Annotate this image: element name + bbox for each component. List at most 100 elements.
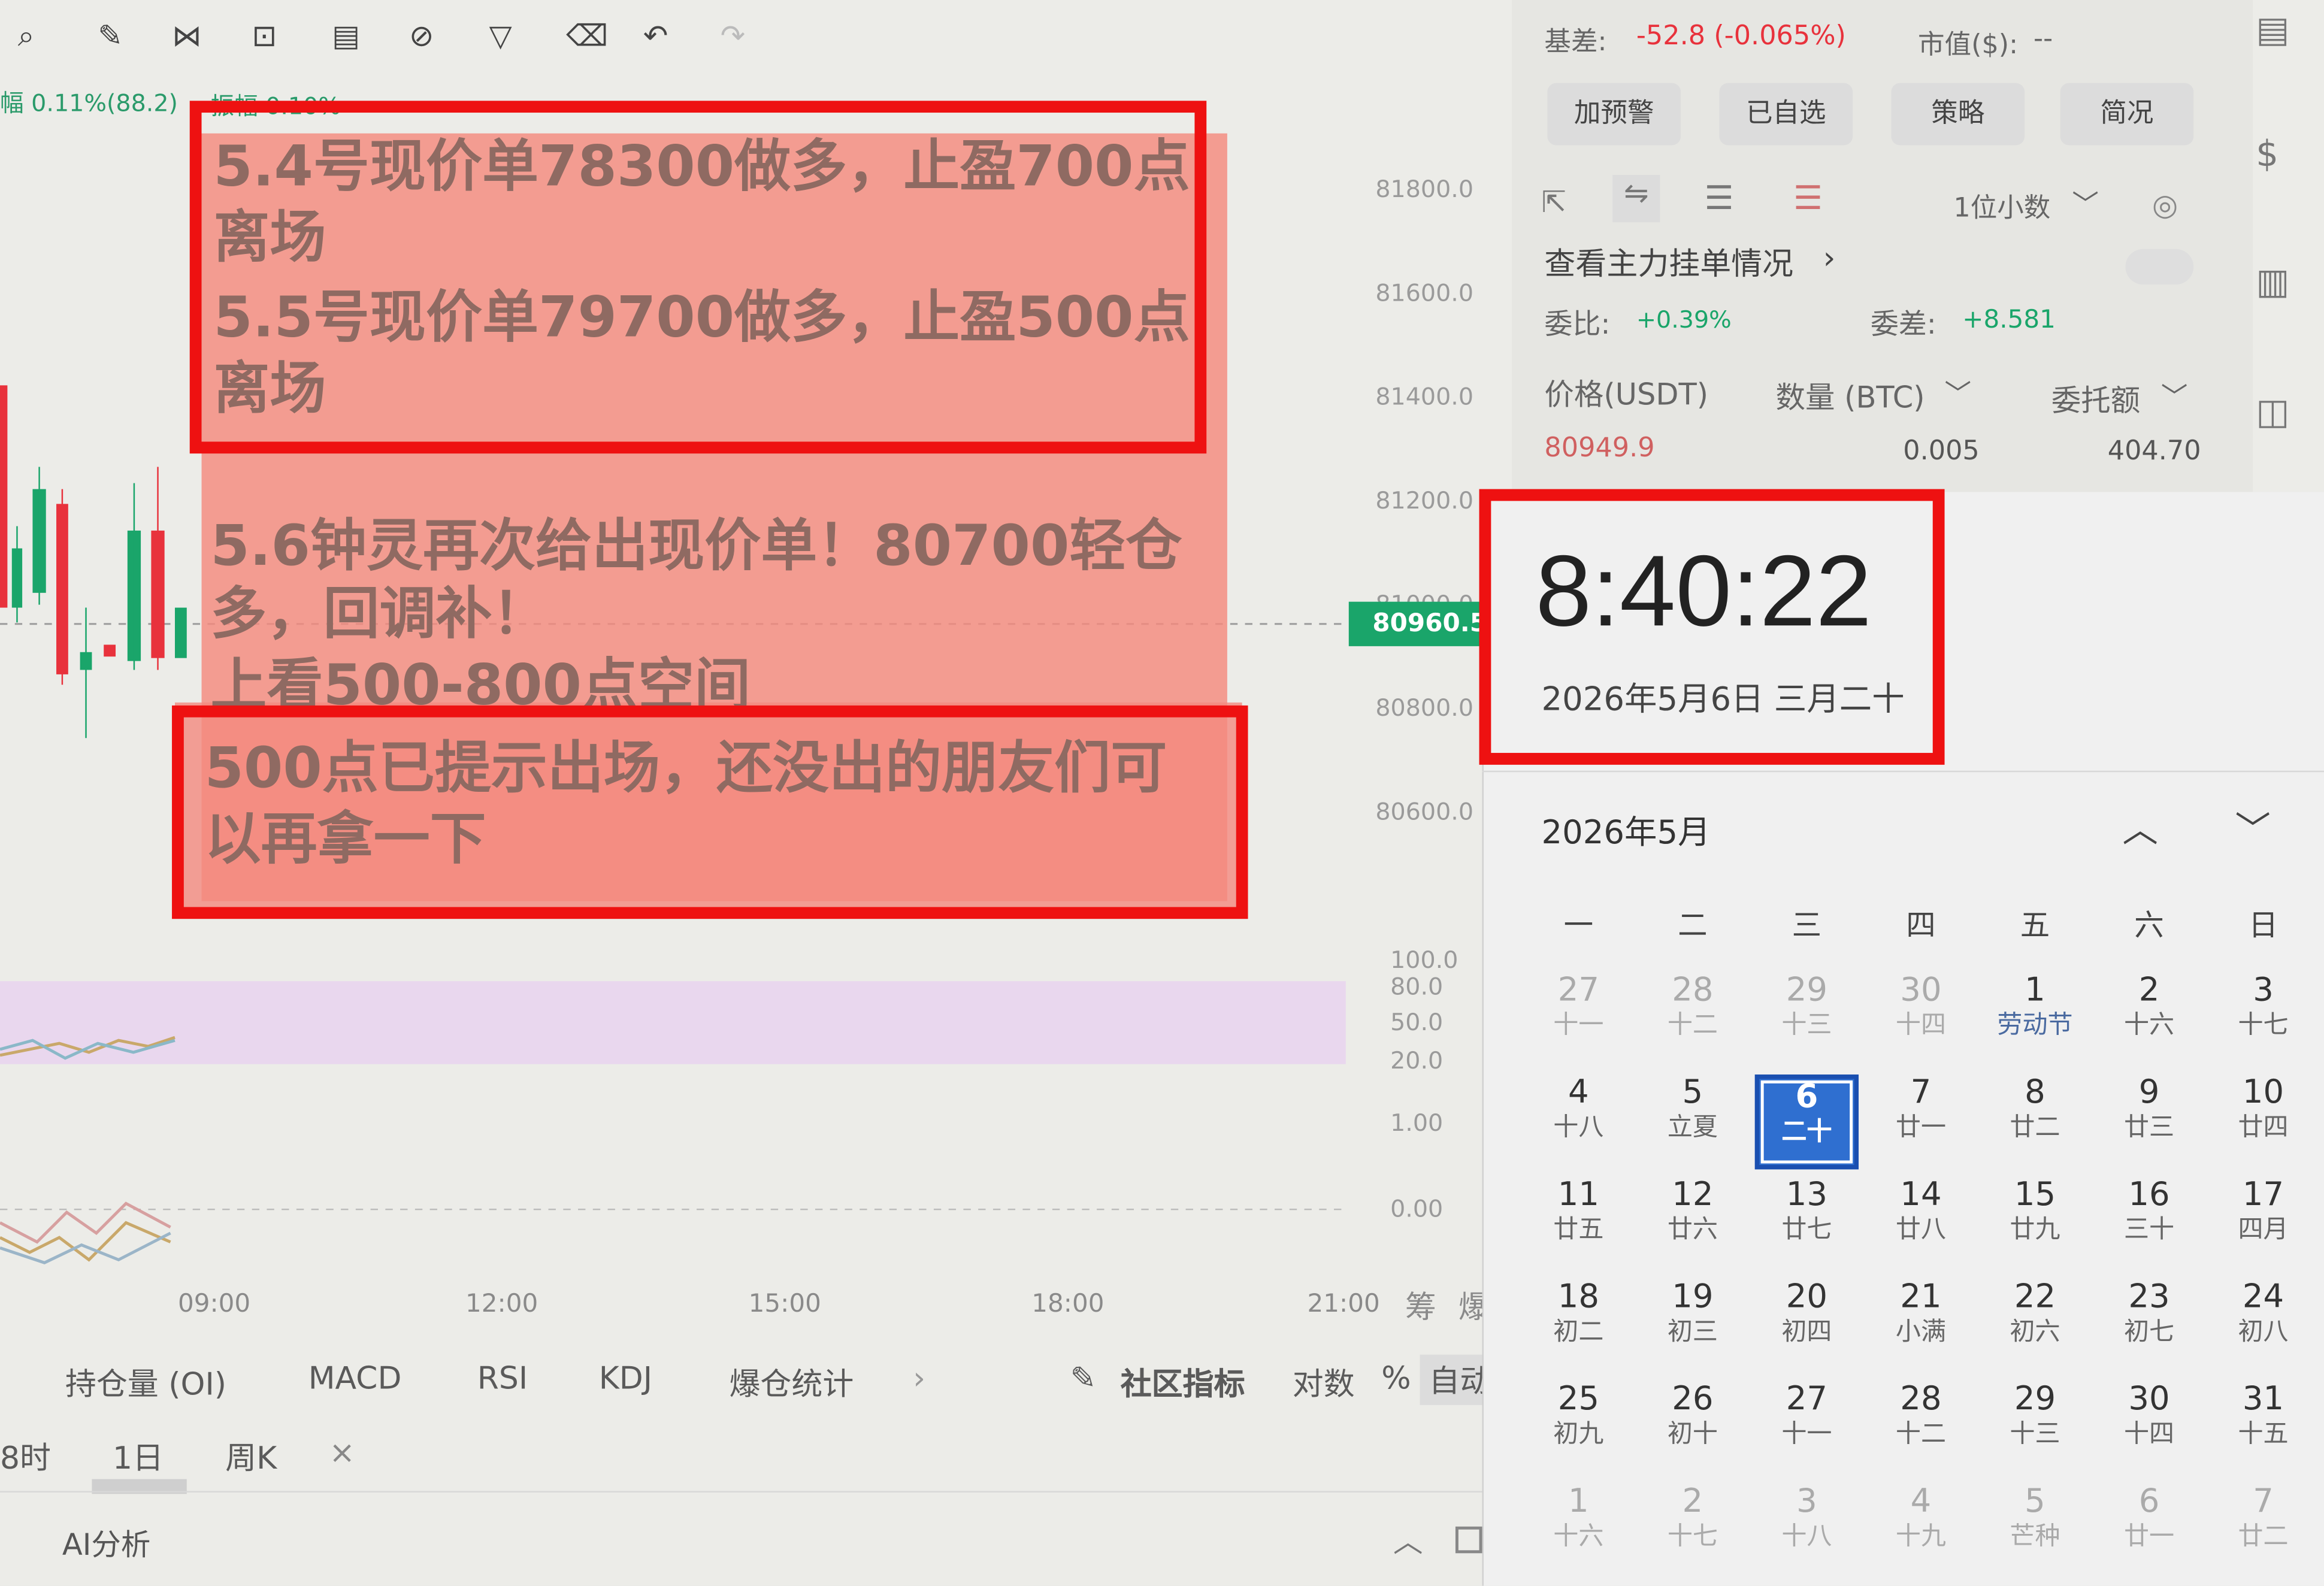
settings-icon[interactable]: ◎ <box>2152 187 2178 222</box>
calendar-day[interactable]: 1 十六 <box>1527 1484 1630 1578</box>
calendar-day[interactable]: 20 初四 <box>1755 1279 1859 1373</box>
note-icon[interactable]: ▤ <box>332 18 360 53</box>
calendar-day[interactable]: 12 廿六 <box>1641 1177 1744 1272</box>
undo-icon[interactable]: ↶ <box>643 18 668 53</box>
period-1d[interactable]: 1日 <box>113 1434 164 1479</box>
bar-chart-icon[interactable]: ▥ <box>2256 261 2289 302</box>
tab-macd[interactable]: MACD <box>308 1361 402 1396</box>
chevron-down-icon[interactable]: ﹀ <box>1945 374 1972 412</box>
redo-icon[interactable]: ↷ <box>721 18 745 53</box>
calendar-day[interactable]: 1 劳动节 <box>1983 972 2087 1067</box>
calendar-day[interactable]: 29 十三 <box>1755 972 1859 1067</box>
tab-rsi[interactable]: RSI <box>477 1361 528 1396</box>
expand-icon[interactable] <box>1455 1526 1482 1554</box>
calendar-day[interactable]: 4 十九 <box>1869 1484 1972 1578</box>
calendar-day[interactable]: 2 十七 <box>1641 1484 1744 1578</box>
calendar-lunar-label: 廿五 <box>1553 1215 1604 1245</box>
chevron-right-icon[interactable]: › <box>913 1361 925 1396</box>
pen-icon[interactable]: ✎ <box>98 18 122 53</box>
chevron-down-icon[interactable]: ﹀ <box>2161 377 2188 415</box>
calendar-day[interactable]: 3 十七 <box>2211 972 2315 1067</box>
overview-button[interactable]: 简况 <box>2060 83 2194 146</box>
magnet-icon[interactable]: ⊘ <box>409 18 434 53</box>
share-icon[interactable]: ⇱ <box>1541 184 1566 219</box>
column-amount[interactable]: 委托额 <box>2051 377 2140 420</box>
strategy-button[interactable]: 策略 <box>1891 83 2025 146</box>
calendar-day[interactable]: 30 十四 <box>2097 1381 2201 1476</box>
calendar-day[interactable]: 26 初十 <box>1641 1381 1744 1476</box>
orderbook-both-icon[interactable]: ⇋ <box>1612 174 1660 223</box>
tab-liquidation[interactable]: 爆仓统计 <box>729 1361 854 1405</box>
calendar-day-number: 2 <box>1682 1483 1703 1521</box>
calendar-day-today[interactable]: 6 二十 <box>1754 1075 1859 1170</box>
calendar-day[interactable]: 27 十一 <box>1527 972 1630 1067</box>
delete-icon[interactable]: ⌫ <box>566 18 608 53</box>
calendar-day[interactable]: 14 廿八 <box>1869 1177 1972 1272</box>
calendar-day[interactable]: 30 十四 <box>1869 972 1972 1067</box>
document-icon[interactable]: ▤ <box>2256 9 2289 50</box>
calendar-day[interactable]: 4 十八 <box>1527 1075 1630 1169</box>
calendar-day[interactable]: 7 廿二 <box>2211 1484 2315 1578</box>
lock-icon[interactable]: ⊡ <box>252 18 277 53</box>
calendar-day[interactable]: 28 十二 <box>1641 972 1744 1067</box>
percent-scale-toggle[interactable]: % <box>1381 1361 1411 1396</box>
dollar-icon[interactable]: $ <box>2256 134 2278 175</box>
edit-icon[interactable]: ✎ <box>1070 1361 1097 1396</box>
calendar-day[interactable]: 5 立夏 <box>1641 1075 1744 1169</box>
filter-icon[interactable]: ▽ <box>489 18 512 53</box>
calendar-day[interactable]: 15 廿九 <box>1983 1177 2087 1272</box>
tab-open-interest[interactable]: 持仓量 (OI) <box>65 1361 226 1405</box>
zoom-icon[interactable]: ⌕ <box>18 18 35 53</box>
calendar-day[interactable]: 13 廿七 <box>1755 1177 1859 1272</box>
calendar-day[interactable]: 2 十六 <box>2097 972 2201 1067</box>
calendar-day[interactable]: 28 十二 <box>1869 1381 1972 1476</box>
calendar-day[interactable]: 5 芒种 <box>1983 1484 2087 1578</box>
calendar-day[interactable]: 22 初六 <box>1983 1279 2087 1373</box>
calendar-day[interactable]: 6 廿一 <box>2097 1484 2201 1578</box>
calendar-day[interactable]: 27 十一 <box>1755 1381 1859 1476</box>
calendar-day[interactable]: 17 四月 <box>2211 1177 2315 1272</box>
chevron-down-icon[interactable]: ﹀ <box>2072 184 2099 222</box>
calendar-day[interactable]: 19 初三 <box>1641 1279 1744 1373</box>
close-icon[interactable]: × <box>329 1434 355 1470</box>
calendar-day[interactable]: 18 初二 <box>1527 1279 1630 1373</box>
period-8h[interactable]: 8时 <box>0 1434 51 1479</box>
chevron-up-icon[interactable]: ︿ <box>2122 800 2157 852</box>
orderbook-bids-icon[interactable]: ☰ <box>1705 181 1734 218</box>
calendar-day[interactable]: 23 初七 <box>2097 1279 2201 1373</box>
calendar-day[interactable]: 3 十八 <box>1755 1484 1859 1578</box>
calendar-day[interactable]: 8 廿二 <box>1983 1075 2087 1169</box>
column-quantity[interactable]: 数量 (BTC) <box>1775 374 1924 417</box>
chip-tab[interactable]: 筹 <box>1405 1284 1436 1328</box>
collapse-icon[interactable]: ︿ <box>1393 1518 1423 1561</box>
watchlist-button[interactable]: 已自选 <box>1719 83 1853 146</box>
calendar-day[interactable]: 24 初八 <box>2211 1279 2315 1373</box>
main-orders-link[interactable]: 查看主力挂单情况 <box>1544 240 1793 284</box>
period-weekly[interactable]: 周K <box>225 1434 277 1479</box>
orderbook-asks-icon[interactable]: ☰ <box>1793 181 1823 218</box>
ai-analysis-title[interactable]: AI分析 <box>62 1521 150 1564</box>
community-indicator-button[interactable]: 社区指标 <box>1121 1361 1245 1405</box>
calendar-lunar-label: 廿七 <box>1781 1215 1832 1245</box>
calendar-day[interactable]: 31 十五 <box>2211 1381 2315 1476</box>
calendar-day[interactable]: 16 三十 <box>2097 1177 2201 1272</box>
ask-price[interactable]: 80949.9 <box>1544 433 1654 464</box>
calendar-day[interactable]: 29 十三 <box>1983 1381 2087 1476</box>
calendar-month-title[interactable]: 2026年5月 <box>1541 806 1710 853</box>
tab-kdj[interactable]: KDJ <box>599 1361 652 1396</box>
measure-icon[interactable]: ⋈ <box>172 18 201 53</box>
chevron-down-icon[interactable]: ﹀ <box>2235 800 2271 852</box>
main-orders-toggle[interactable] <box>2125 249 2194 285</box>
calendar-day[interactable]: 7 廿一 <box>1869 1075 1972 1169</box>
calendar-day[interactable]: 10 廿四 <box>2211 1075 2315 1169</box>
calendar-day[interactable]: 25 初九 <box>1527 1381 1630 1476</box>
decimal-select[interactable]: 1位小数 <box>1953 187 2050 225</box>
calendar-day[interactable]: 21 小满 <box>1869 1279 1972 1373</box>
chart-box-icon[interactable]: ◫ <box>2256 391 2289 432</box>
log-scale-toggle[interactable]: 对数 <box>1293 1361 1355 1405</box>
calendar-day[interactable]: 9 廿三 <box>2097 1075 2201 1169</box>
chevron-right-icon[interactable]: › <box>1823 240 1836 276</box>
calendar-day[interactable]: 11 廿五 <box>1527 1177 1630 1272</box>
add-alert-button[interactable]: 加预警 <box>1547 83 1681 146</box>
indicator-tick: 20.0 <box>1390 1046 1444 1075</box>
